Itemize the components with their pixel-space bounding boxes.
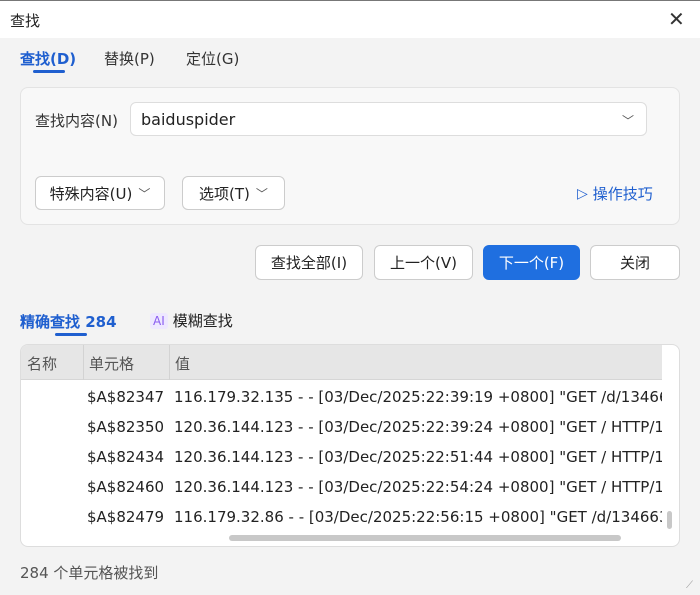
row-value: 116.179.32.135 - - [03/Dec/2025:22:39:19… bbox=[174, 388, 662, 406]
play-video-icon: ▷ bbox=[577, 185, 588, 202]
horizontal-scrollbar[interactable] bbox=[229, 535, 621, 541]
row-cell: $A$82350 bbox=[87, 418, 165, 436]
ai-badge: AI bbox=[150, 312, 168, 329]
table-row[interactable]: $A$82347 116.179.32.135 - - [03/Dec/2025… bbox=[21, 382, 662, 412]
row-value: 116.179.32.86 - - [03/Dec/2025:22:56:15 … bbox=[174, 508, 662, 526]
results-table: 名称 单元格 值 $A$82347 116.179.32.135 - - [03… bbox=[20, 344, 680, 547]
vertical-scrollbar[interactable] bbox=[667, 511, 672, 529]
exact-label: 精确查找 bbox=[20, 313, 81, 331]
tips-link[interactable]: ▷ 操作技巧 bbox=[577, 183, 653, 204]
chevron-down-icon[interactable]: ﹀ bbox=[622, 112, 634, 129]
fuzzy-label: 模糊查找 bbox=[172, 312, 233, 330]
exact-tab-underline bbox=[55, 333, 87, 336]
table-row[interactable]: $A$82460 120.36.144.123 - - [03/Dec/2025… bbox=[21, 472, 662, 502]
special-content-label: 特殊内容(U) bbox=[49, 184, 133, 203]
table-row[interactable]: $A$82479 116.179.32.86 - - [03/Dec/2025:… bbox=[21, 502, 662, 532]
table-header: 名称 单元格 值 bbox=[21, 345, 662, 380]
column-divider[interactable] bbox=[83, 345, 84, 380]
resize-grip-icon[interactable]: ⟋ bbox=[686, 580, 693, 591]
row-cell: $A$82434 bbox=[87, 448, 165, 466]
previous-button[interactable]: 上一个(V) bbox=[374, 245, 473, 280]
options-dropdown[interactable]: 选项(T) ﹀ bbox=[182, 176, 285, 210]
exact-count: 284 bbox=[85, 313, 117, 331]
row-cell: $A$82347 bbox=[87, 388, 165, 406]
search-label: 查找内容(N) bbox=[35, 112, 118, 130]
column-divider[interactable] bbox=[169, 345, 170, 380]
close-button[interactable]: 关闭 bbox=[590, 245, 680, 280]
title-bar: 查找 ✕ bbox=[0, 0, 700, 38]
column-header-name[interactable]: 名称 bbox=[27, 353, 57, 374]
tab-find-underline bbox=[33, 70, 65, 73]
tab-replace[interactable]: 替换(P) bbox=[104, 48, 155, 69]
row-value: 120.36.144.123 - - [03/Dec/2025:22:39:24… bbox=[174, 418, 662, 436]
tab-fuzzy-search[interactable]: AI 模糊查找 bbox=[150, 310, 233, 331]
window-title: 查找 bbox=[10, 12, 41, 30]
table-row[interactable]: $A$82434 120.36.144.123 - - [03/Dec/2025… bbox=[21, 442, 662, 472]
search-value: baiduspider bbox=[141, 110, 236, 129]
chevron-down-icon: ﹀ bbox=[138, 186, 151, 201]
next-button[interactable]: 下一个(F) bbox=[483, 245, 580, 280]
find-all-button[interactable]: 查找全部(I) bbox=[255, 245, 363, 280]
status-text: 284 个单元格被找到 bbox=[20, 564, 159, 582]
table-row[interactable]: $A$82350 120.36.144.123 - - [03/Dec/2025… bbox=[21, 412, 662, 442]
search-input[interactable]: baiduspider ﹀ bbox=[130, 102, 647, 136]
row-cell: $A$82460 bbox=[87, 478, 165, 496]
tab-exact-search[interactable]: 精确查找 284 bbox=[20, 311, 117, 332]
options-label: 选项(T) bbox=[199, 184, 250, 203]
column-header-value[interactable]: 值 bbox=[175, 353, 190, 374]
tips-label: 操作技巧 bbox=[592, 185, 653, 203]
row-value: 120.36.144.123 - - [03/Dec/2025:22:54:24… bbox=[174, 478, 662, 496]
row-value: 120.36.144.123 - - [03/Dec/2025:22:51:44… bbox=[174, 448, 662, 466]
column-header-cell[interactable]: 单元格 bbox=[89, 353, 134, 374]
tab-find[interactable]: 查找(D) bbox=[20, 48, 76, 69]
close-icon[interactable]: ✕ bbox=[668, 7, 685, 31]
row-cell: $A$82479 bbox=[87, 508, 165, 526]
special-content-dropdown[interactable]: 特殊内容(U) ﹀ bbox=[35, 176, 165, 210]
tab-goto[interactable]: 定位(G) bbox=[186, 48, 239, 69]
chevron-down-icon: ﹀ bbox=[255, 186, 268, 201]
